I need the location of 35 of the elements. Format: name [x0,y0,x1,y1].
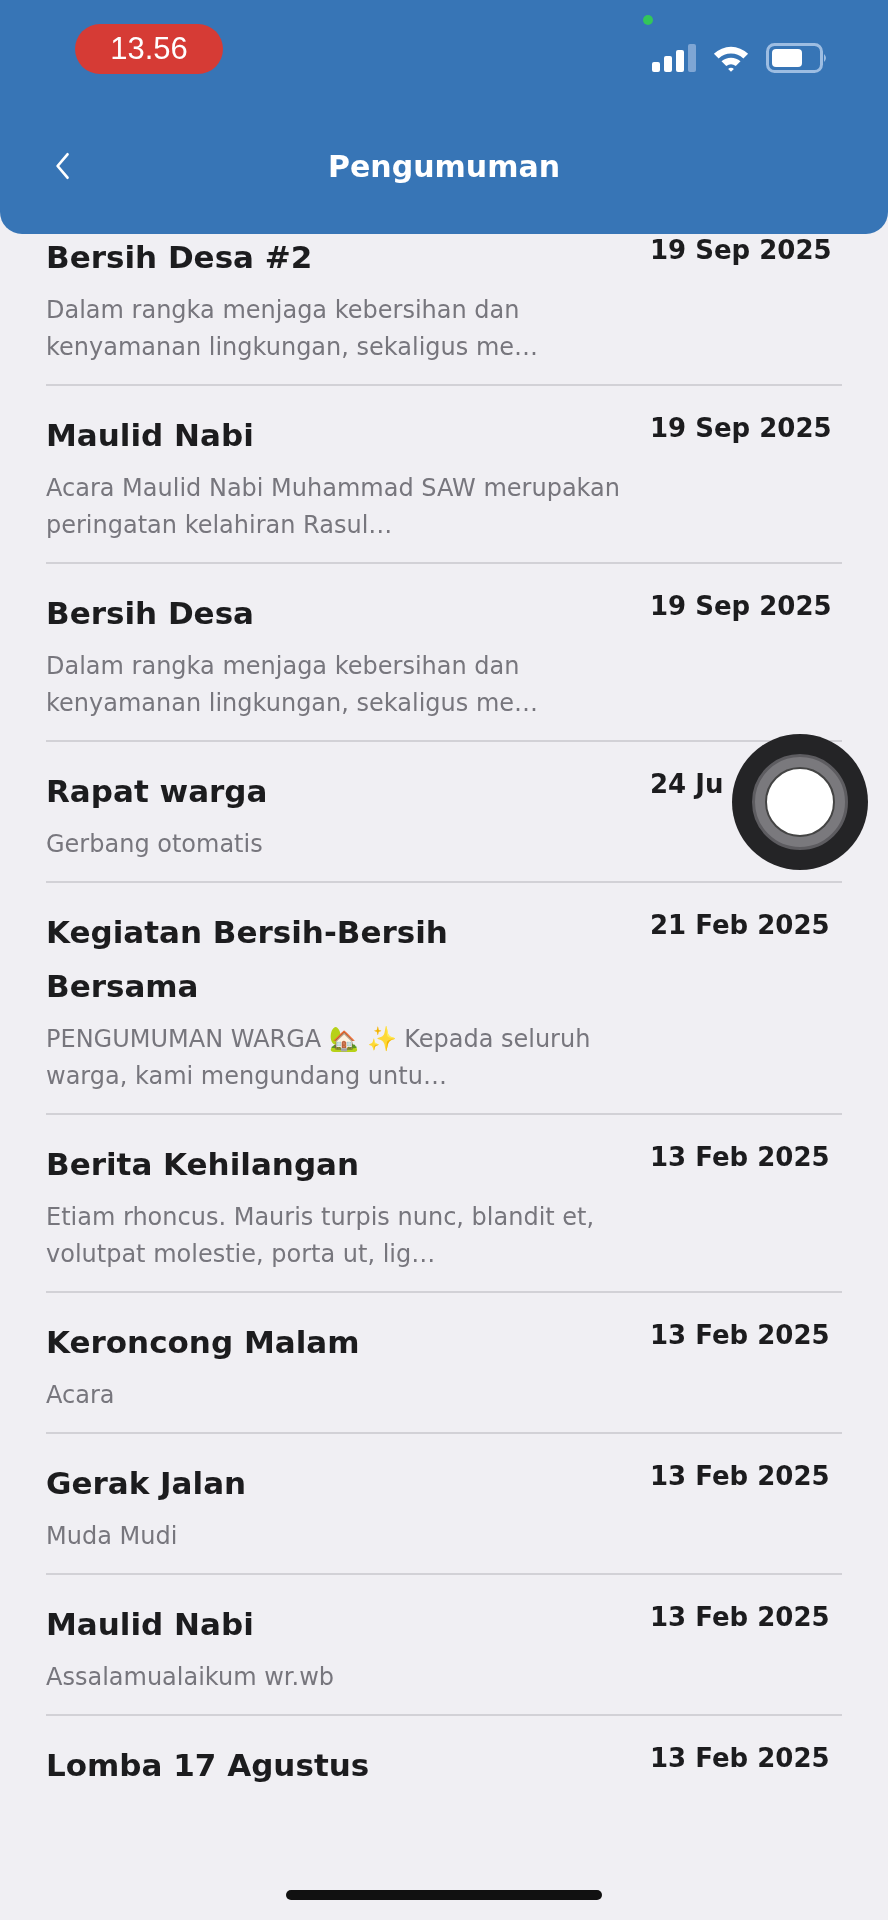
announcement-date: 13 Feb 2025 [650,1461,830,1491]
announcement-description: PENGUMUMAN WARGA 🏡 ✨ Kepada seluruh warga, kami mengundang untu… [46,1024,592,1092]
announcement-description: Dalam rangka menjaga kebersihan dan kenyamanan lingkungan, sekaligus me… [46,295,540,363]
announcement-title[interactable]: Rapat warga [46,764,268,818]
announcement-title[interactable]: Keroncong Malam [46,1315,360,1369]
announcement-title[interactable]: Gerak Jalan [46,1456,247,1510]
battery-icon [766,43,828,73]
announcement-description: Dalam rangka menjaga kebersihan dan kenyamanan lingkungan, sekaligus me… [46,651,540,719]
announcement-date: 13 Feb 2025 [650,1602,830,1632]
page-title: Pengumuman [328,148,560,184]
announcement-date: 19 Sep 2025 [650,591,832,621]
announcement-description: Etiam rhoncus. Mauris turpis nunc, blandit et, volutpat molestie, porta ut, lig… [46,1202,596,1270]
announcement-title[interactable]: Bersih Desa [46,586,254,640]
announcement-description: Muda Mudi [46,1521,179,1552]
announcement-date: 13 Feb 2025 [650,1320,830,1350]
camera-indicator-icon [643,15,653,25]
announcement-description: Assalamualaikum wr.wb [46,1662,335,1693]
announcement-date: 13 Feb 2025 [650,1142,830,1172]
announcement-description: Acara Maulid Nabi Muhammad SAW merupakan peringatan kelahiran Rasul… [46,473,621,541]
status-time: 13.56 [75,24,223,74]
announcement-title[interactable]: Kegiatan Bersih-Bersih Bersama [46,905,566,1013]
back-icon[interactable] [54,151,72,181]
announcement-date: 13 Feb 2025 [650,1743,830,1773]
announcement-title[interactable]: Maulid Nabi [46,408,254,462]
announcement-title[interactable]: Lomba 17 Agustus [46,1738,370,1792]
announcement-date: 19 Sep 2025 [650,413,832,443]
announcement-description: Acara [46,1380,116,1411]
announcement-date: 24 Ju [650,769,724,799]
announcement-title[interactable]: Berita Kehilangan [46,1137,360,1191]
announcement-title[interactable]: Maulid Nabi [46,1597,254,1651]
announcement-date: 21 Feb 2025 [650,910,830,940]
announcement-date: 19 Sep 2025 [650,235,832,265]
signal-icon [652,44,696,72]
announcement-description: Gerbang otomatis [46,829,264,860]
announcement-title[interactable]: Bersih Desa #2 [46,230,313,284]
